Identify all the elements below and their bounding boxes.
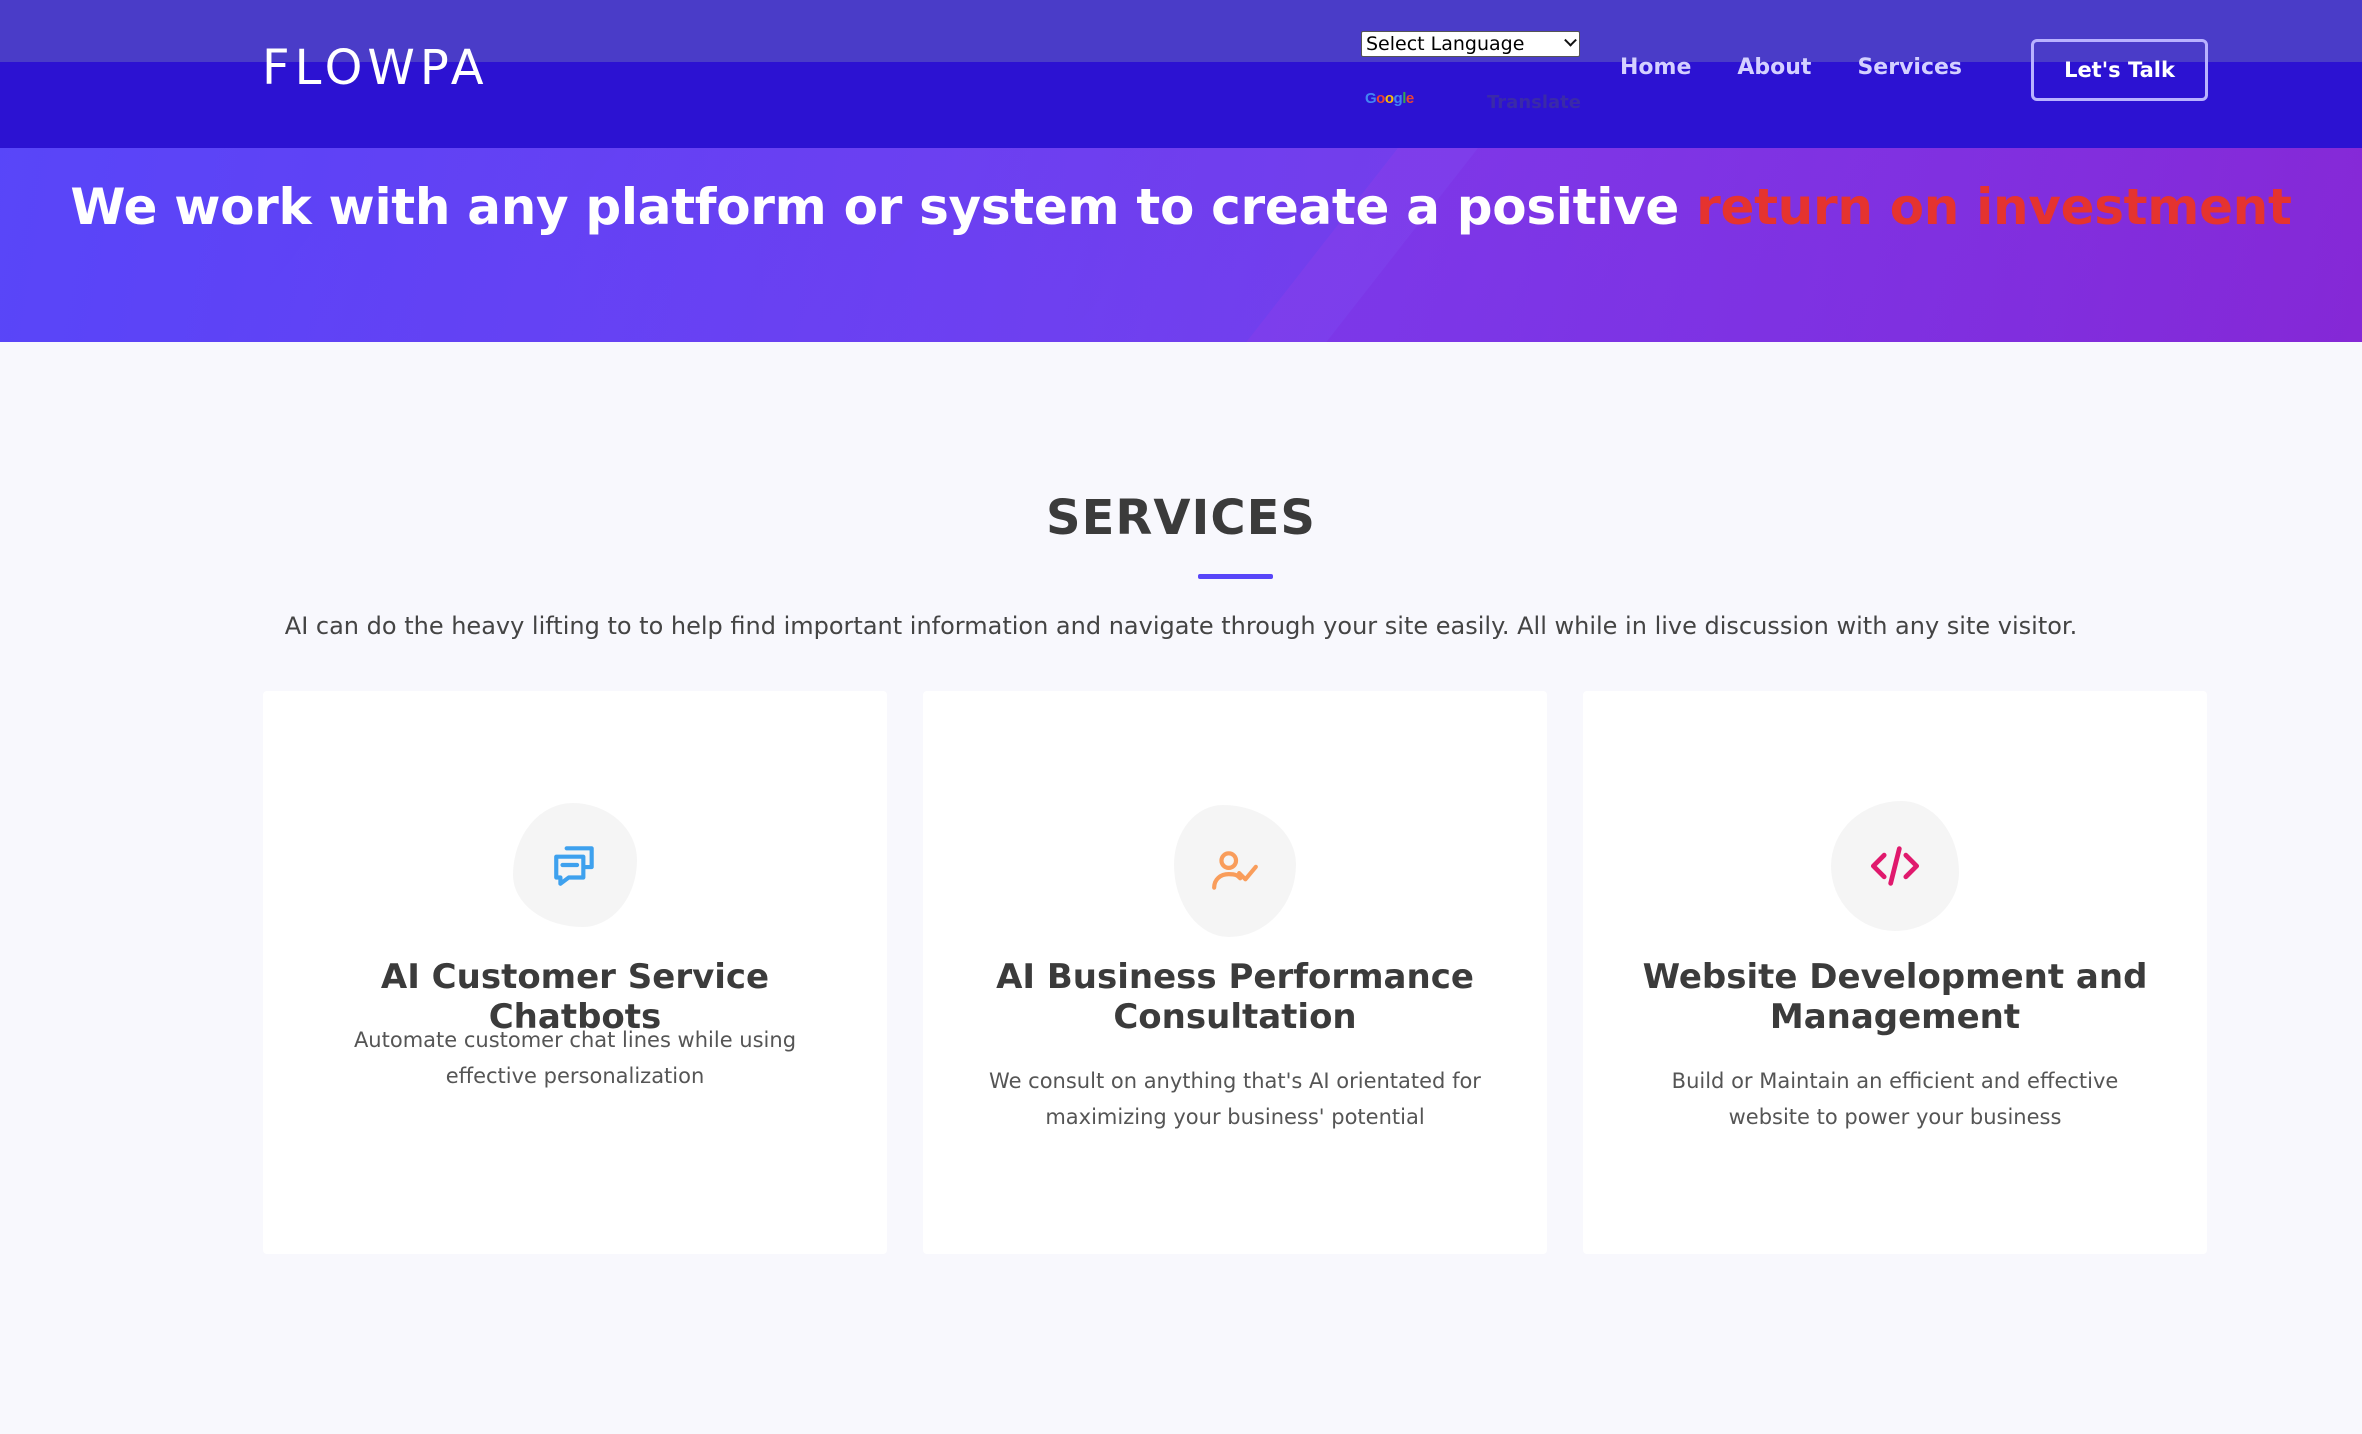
hero-headline-main: We work with any platform or system to c… bbox=[70, 178, 1697, 236]
code-icon bbox=[1870, 846, 1920, 886]
language-select-value: Select Language bbox=[1366, 33, 1525, 55]
language-select[interactable]: Select Language bbox=[1361, 31, 1580, 57]
icon-background bbox=[513, 803, 637, 927]
hero-headline-accent: return on investment bbox=[1696, 178, 2292, 236]
hero-section: FLOWPA Select Language Google Translate … bbox=[0, 0, 2362, 342]
site-logo[interactable]: FLOWPA bbox=[262, 40, 489, 96]
icon-background bbox=[1174, 805, 1296, 937]
chevron-down-icon bbox=[1564, 33, 1577, 47]
nav-link-about[interactable]: About bbox=[1737, 55, 1811, 80]
user-check-icon bbox=[1212, 851, 1258, 890]
navbar: FLOWPA Select Language Google Translate … bbox=[0, 0, 2362, 148]
google-translate-link[interactable]: Translate bbox=[1487, 92, 1581, 113]
services-subtitle: AI can do the heavy lifting to to help f… bbox=[284, 612, 2078, 640]
card-description: Automate customer chat lines while using… bbox=[353, 1028, 797, 1088]
hero-headline: We work with any platform or system to c… bbox=[0, 178, 2362, 236]
google-logo: Google bbox=[1365, 90, 1414, 107]
card-description: We consult on anything that's AI orienta… bbox=[989, 1069, 1481, 1129]
lets-talk-button[interactable]: Let's Talk bbox=[2031, 39, 2208, 101]
service-card: AI Business Performance Consultation We … bbox=[923, 691, 1547, 1254]
icon-background bbox=[1831, 801, 1959, 931]
card-description: Build or Maintain an efficient and effec… bbox=[1671, 1069, 2119, 1129]
card-title: Website Development and Management bbox=[1642, 957, 2148, 1037]
nav-link-services[interactable]: Services bbox=[1857, 55, 1962, 80]
chat-bubbles-icon bbox=[554, 846, 594, 886]
nav-link-home[interactable]: Home bbox=[1620, 55, 1691, 80]
card-title: AI Business Performance Consultation bbox=[996, 957, 1474, 1037]
services-title: SERVICES bbox=[1046, 490, 1316, 546]
main-nav: Home About Services bbox=[1620, 55, 1962, 80]
service-card: Website Development and Management Build… bbox=[1583, 691, 2207, 1254]
title-underline bbox=[1198, 574, 1273, 579]
service-card: AI Customer Service Chatbots Automate cu… bbox=[263, 691, 887, 1254]
